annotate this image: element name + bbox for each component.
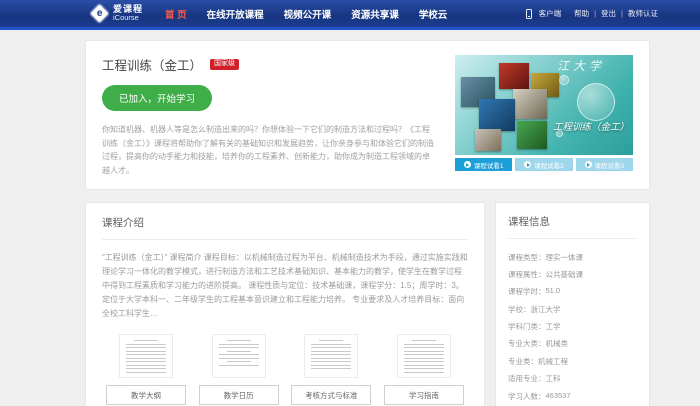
info-label: 学校： xyxy=(508,304,531,315)
info-row-school: 学校：浙江大学 xyxy=(508,301,637,318)
course-intro-body: “工程训练（金工）” 课程简介 课程目标：以机械制造过程为平台、机械制造技术为手… xyxy=(102,251,468,321)
logo-text: 爱课程 iCourse xyxy=(113,5,143,22)
mobile-client-icon xyxy=(526,9,532,19)
client-link[interactable]: 客户端 xyxy=(539,8,562,19)
banner-photo-tile xyxy=(517,121,547,149)
info-label: 专业类： xyxy=(508,356,538,367)
assessment-button[interactable]: 考核方式与标准 xyxy=(291,385,371,405)
info-row-major-category: 专业大类：机械类 xyxy=(508,335,637,352)
document-thumbnail[interactable] xyxy=(119,334,173,378)
info-row-course-type: 课程类型：理实一体课 xyxy=(508,248,637,265)
study-guide-button[interactable]: 学习指南 xyxy=(384,385,464,405)
banner-photo-tile xyxy=(499,63,529,89)
course-info-list: 课程类型：理实一体课 课程属性：公共基础课 课程学时：51.0 学校：浙江大学 … xyxy=(508,248,637,406)
info-row-course-attribute: 课程属性：公共基础课 xyxy=(508,266,637,283)
navbar-right: 客户端 帮助 | 登出 | 教师认证 xyxy=(526,8,658,19)
course-intro-card: 课程介绍 “工程训练（金工）” 课程简介 课程目标：以机械制造过程为平台、机械制… xyxy=(85,202,485,406)
banner-photo-tile xyxy=(479,99,515,131)
course-banner-image: 江大学 工程训练（金工） xyxy=(455,55,633,155)
banner-course-title: 工程训练（金工） xyxy=(553,119,629,133)
icourse-logo-icon: e xyxy=(90,4,108,22)
course-header-card: 工程训练（金工） 国家级 已加入，开始学习 你知道机器、机器人等是怎么制造出来的… xyxy=(85,40,650,190)
preview-button-label: 课程试看3 xyxy=(595,160,625,170)
banner-watermark: 江大学 xyxy=(557,57,605,74)
nav-item-home[interactable]: 首 页 xyxy=(165,7,187,21)
play-icon xyxy=(524,161,531,168)
preview-button-2[interactable]: 课程试看2 xyxy=(515,158,572,171)
preview-button-label: 课程试看2 xyxy=(534,160,564,170)
doc-assessment: 考核方式与标准 xyxy=(287,334,375,405)
help-link[interactable]: 帮助 xyxy=(574,8,589,19)
doc-syllabus: 教学大纲 xyxy=(102,334,190,405)
info-value: 工科 xyxy=(546,373,561,384)
info-label: 学科门类： xyxy=(508,321,546,332)
info-label: 学习人数： xyxy=(508,391,546,402)
play-icon xyxy=(585,161,592,168)
info-value: 工学 xyxy=(546,321,561,332)
columns: 课程介绍 “工程训练（金工）” 课程简介 课程目标：以机械制造过程为平台、机械制… xyxy=(85,202,650,406)
preview-button-1[interactable]: 课程试看1 xyxy=(455,158,512,171)
course-preview-buttons: 课程试看1 课程试看2 课程试看3 xyxy=(455,158,633,171)
doc-calendar: 教学日历 xyxy=(195,334,283,405)
preview-button-3[interactable]: 课程试看3 xyxy=(576,158,633,171)
info-value: 463537 xyxy=(546,391,571,402)
nav-item-open-courses[interactable]: 在线开放课程 xyxy=(207,7,264,21)
info-label: 专业大类： xyxy=(508,338,546,349)
course-doc-links: 教学大纲 教学日历 考核方式与标准 xyxy=(102,334,468,405)
course-header-right: 江大学 工程训练（金工） 课程试看1 课程试看2 课程试看3 xyxy=(455,55,633,177)
info-label: 课程属性： xyxy=(508,269,546,280)
preview-button-label: 课程试看1 xyxy=(474,160,504,170)
play-icon xyxy=(464,161,471,168)
nav-item-school-cloud[interactable]: 学校云 xyxy=(419,7,448,21)
top-navbar: e 爱课程 iCourse 首 页 在线开放课程 视频公开课 资源共享课 学校云… xyxy=(0,0,700,27)
course-info-card: 课程信息 课程类型：理实一体课 课程属性：公共基础课 课程学时：51.0 学校：… xyxy=(495,202,650,406)
info-value: 公共基础课 xyxy=(546,269,584,280)
info-row-applicable-major: 适用专业：工科 xyxy=(508,370,637,387)
info-label: 课程类型： xyxy=(508,252,546,263)
document-thumbnail[interactable] xyxy=(304,334,358,378)
document-thumbnail[interactable] xyxy=(212,334,266,378)
banner-photo-tile xyxy=(513,89,547,119)
info-value: 51.0 xyxy=(546,286,561,297)
joined-start-learning-button[interactable]: 已加入，开始学习 xyxy=(102,85,212,111)
info-row-learner-count: 学习人数：463537 xyxy=(508,387,637,404)
info-value: 机械类 xyxy=(546,338,569,349)
page-content: 工程训练（金工） 国家级 已加入，开始学习 你知道机器、机器人等是怎么制造出来的… xyxy=(85,40,650,406)
bubble-decoration xyxy=(577,83,615,121)
info-label: 课程学时： xyxy=(508,286,546,297)
logout-link[interactable]: 登出 xyxy=(601,8,616,19)
info-value: 浙江大学 xyxy=(531,304,561,315)
left-column: 课程介绍 “工程训练（金工）” 课程简介 课程目标：以机械制造过程为平台、机械制… xyxy=(85,202,485,406)
info-row-discipline: 学科门类：工学 xyxy=(508,318,637,335)
national-level-badge: 国家级 xyxy=(210,59,239,70)
right-column: 课程信息 课程类型：理实一体课 课程属性：公共基础课 课程学时：51.0 学校：… xyxy=(495,202,650,406)
info-row-course-hours: 课程学时：51.0 xyxy=(508,283,637,300)
document-thumbnail[interactable] xyxy=(397,334,451,378)
course-header-left: 工程训练（金工） 国家级 已加入，开始学习 你知道机器、机器人等是怎么制造出来的… xyxy=(102,55,455,177)
course-title: 工程训练（金工） xyxy=(102,55,202,74)
course-description: 你知道机器、机器人等是怎么制造出来的吗？你想体验一下它们的制造方法和过程吗？《工… xyxy=(102,123,435,177)
info-value: 理实一体课 xyxy=(546,252,584,263)
calendar-button[interactable]: 教学日历 xyxy=(199,385,279,405)
syllabus-button[interactable]: 教学大纲 xyxy=(106,385,186,405)
teacher-auth-link[interactable]: 教师认证 xyxy=(628,8,658,19)
nav-separator: | xyxy=(594,9,596,18)
nav-item-shared-resources[interactable]: 资源共享课 xyxy=(351,7,399,21)
bubble-decoration xyxy=(559,75,569,85)
info-value: 机械工程 xyxy=(538,356,568,367)
nav-item-video-courses[interactable]: 视频公开课 xyxy=(284,7,332,21)
icourse-logo[interactable]: e 爱课程 iCourse xyxy=(93,5,143,22)
logo-subtitle: iCourse xyxy=(113,14,143,22)
nav-separator: | xyxy=(621,9,623,18)
main-nav: 首 页 在线开放课程 视频公开课 资源共享课 学校云 xyxy=(165,7,447,21)
course-info-heading: 课程信息 xyxy=(508,214,637,239)
info-label: 适用专业： xyxy=(508,373,546,384)
course-title-row: 工程训练（金工） 国家级 xyxy=(102,55,435,74)
banner-photo-tile xyxy=(475,129,501,151)
doc-study-guide: 学习指南 xyxy=(380,334,468,405)
info-row-major-class: 专业类：机械工程 xyxy=(508,353,637,370)
course-intro-heading: 课程介绍 xyxy=(102,215,468,240)
